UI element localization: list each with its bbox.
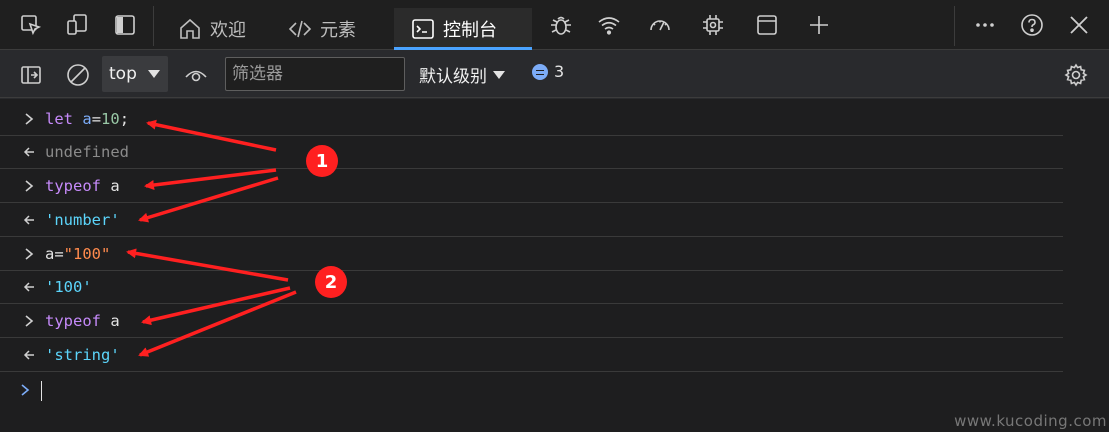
console-result-row: '100' [0,271,1063,304]
console-result-text: undefined [45,143,129,161]
console-prompt[interactable] [0,370,1063,410]
device-emulation-icon[interactable] [62,10,92,40]
chevron-down-icon [493,70,505,79]
console-input-row: let a=10; [0,103,1063,136]
issues-counter[interactable]: 3 [532,62,564,81]
context-value: top [109,64,137,84]
sidebar-toggle-icon[interactable] [110,10,140,40]
annotation-badge-2: 2 [315,266,347,298]
result-arrow-icon [23,147,34,157]
help-icon[interactable] [1017,10,1047,40]
code-icon [288,20,312,38]
log-levels-label: 默认级别 [419,67,487,87]
issues-count: 3 [554,62,565,81]
result-arrow-icon [23,282,34,292]
more-options-icon[interactable] [970,10,1000,40]
input-chevron-icon [25,315,34,327]
result-arrow-icon [23,350,34,360]
console-input-row: typeof a [0,170,1063,203]
application-window-icon[interactable] [752,10,782,40]
text-cursor [41,381,42,401]
clear-console-icon[interactable] [65,62,91,88]
message-bubble-icon [532,63,548,80]
tab-elements-label: 元素 [320,20,356,41]
memory-chip-icon[interactable] [698,10,728,40]
bug-icon[interactable] [546,10,576,40]
console-input-text: a="100" [45,245,111,263]
close-icon[interactable] [1064,10,1094,40]
tab-divider [153,6,154,46]
input-chevron-icon [25,113,34,125]
console-result-text: 'string' [45,346,120,364]
inspect-element-icon[interactable] [16,10,46,40]
filter-input[interactable] [225,57,405,91]
console-input-row: a="100" [0,238,1063,271]
result-arrow-icon [23,215,34,225]
tab-elements[interactable]: 元素 [288,8,384,50]
chevron-down-icon [148,70,160,78]
console-result-row: undefined [0,136,1063,169]
console-result-row: 'string' [0,339,1063,372]
show-sidebar-icon[interactable] [18,62,44,88]
prompt-chevron-icon [21,384,30,396]
console-icon [412,19,434,39]
input-chevron-icon [25,248,34,260]
live-expression-eye-icon[interactable] [183,62,209,88]
console-output[interactable]: let a=10; undefined typeof a 'number' a=… [0,99,1109,432]
console-result-text: '100' [45,278,92,296]
add-tab-icon[interactable] [804,10,834,40]
settings-gear-icon[interactable] [1063,62,1089,88]
annotation-badge-1: 1 [306,145,338,177]
log-levels-dropdown[interactable]: 默认级别 [419,62,505,87]
console-result-row: 'number' [0,204,1063,237]
tab-welcome-label: 欢迎 [210,20,246,41]
console-toolbar: top 默认级别 3 [0,50,1109,98]
tab-console[interactable]: 控制台 [394,8,532,50]
console-input-text: let a=10; [45,110,130,128]
console-input-row: typeof a [0,305,1063,338]
performance-gauge-icon[interactable] [645,10,675,40]
javascript-context-select[interactable]: top [102,56,168,92]
devtools-tab-bar: 欢迎 元素 控制台 [0,0,1109,50]
console-input-text: typeof a [45,177,120,195]
home-icon [180,18,200,39]
tab-welcome[interactable]: 欢迎 [178,8,270,50]
tab-console-label: 控制台 [443,20,497,41]
network-wifi-icon[interactable] [594,10,624,40]
input-chevron-icon [25,180,34,192]
tab-divider-right [954,6,955,46]
console-input-text: typeof a [45,312,120,330]
console-result-text: 'number' [45,211,120,229]
watermark: www.kucoding.com [954,412,1107,430]
